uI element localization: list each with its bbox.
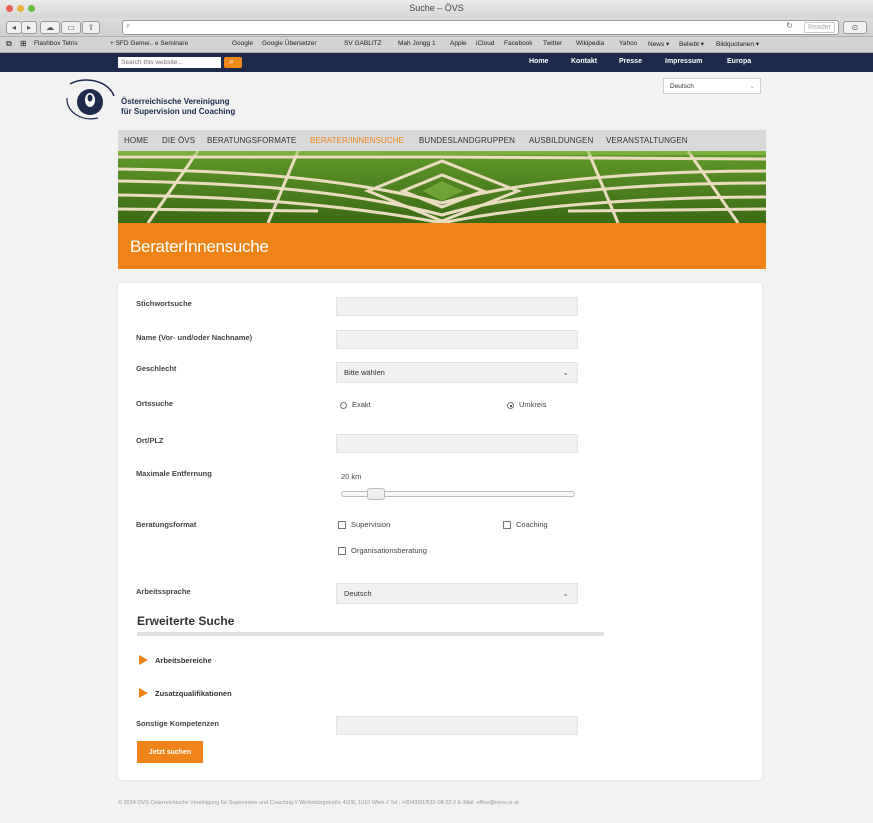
nav-item-home[interactable]: HOME bbox=[124, 136, 148, 145]
entfernung-value: 20 km bbox=[341, 472, 362, 481]
bookmark-item[interactable]: Twitter bbox=[543, 40, 562, 47]
ortssuche-umkreis-radio[interactable] bbox=[507, 402, 514, 409]
geschlecht-select[interactable]: Bitte wählen ⌄ bbox=[336, 362, 578, 383]
chevron-down-icon: ⌄ bbox=[562, 589, 569, 598]
reading-list-icon[interactable]: ⧉ bbox=[6, 39, 12, 49]
reader-button[interactable]: Reader bbox=[804, 22, 835, 33]
main-nav: HOME DIE ÖVS BERATUNGSFORMATE BERATER/IN… bbox=[118, 130, 766, 151]
toplink-impressum[interactable]: Impressum bbox=[665, 58, 702, 65]
ortssuche-exakt-label[interactable]: Exakt bbox=[352, 400, 371, 409]
search-icon: ⌕ bbox=[229, 56, 235, 66]
stichwort-input[interactable] bbox=[336, 297, 578, 316]
coaching-checkbox[interactable] bbox=[503, 521, 511, 529]
bookmark-item[interactable]: Beliebt ▾ bbox=[679, 40, 704, 48]
erweiterte-suche-heading: Erweiterte Suche bbox=[137, 614, 235, 628]
entfernung-label: Maximale Entfernung bbox=[136, 469, 212, 478]
ortplz-input[interactable] bbox=[336, 434, 578, 453]
bookmark-item[interactable]: Facebook bbox=[504, 40, 533, 47]
bookmark-item[interactable]: Wikipedia bbox=[576, 40, 604, 47]
share-icon[interactable]: ⇪ bbox=[82, 21, 100, 34]
bookmark-item[interactable]: Bildquotanen ▾ bbox=[716, 40, 759, 48]
search-icon: ⌕ bbox=[126, 21, 131, 30]
expand-arrow-icon[interactable] bbox=[139, 688, 148, 698]
hedge-maze-banner-image bbox=[118, 151, 766, 223]
zusatzqualifikationen-toggle[interactable]: Zusatzqualifikationen bbox=[155, 689, 232, 698]
bookmarks-bar: ⧉ ⊞ Flashbox Tetris + SFD Gemei.. e Semi… bbox=[0, 37, 873, 53]
ortssuche-exakt-radio[interactable] bbox=[340, 402, 347, 409]
toplink-home[interactable]: Home bbox=[529, 58, 548, 65]
nav-item-ausbildungen[interactable]: AUSBILDUNGEN bbox=[529, 136, 593, 145]
bookmark-item[interactable]: Mah Jongg 1 bbox=[398, 40, 436, 47]
name-input[interactable] bbox=[336, 330, 578, 349]
footer-text: © 2014 ÖVS Österreichische Vereinigung f… bbox=[118, 800, 519, 806]
chevron-down-icon: ⌄ bbox=[562, 368, 569, 377]
arbeitssprache-select-value: Deutsch bbox=[344, 589, 372, 598]
logo-text[interactable]: Österreichische Vereinigung für Supervis… bbox=[121, 97, 235, 117]
toplink-kontakt[interactable]: Kontakt bbox=[571, 58, 597, 65]
name-label: Name (Vor- und/oder Nachname) bbox=[136, 333, 253, 342]
page-heading-bar: BeraterInnensuche bbox=[118, 223, 766, 269]
bookmarks-grid-icon[interactable]: ⊞ bbox=[20, 39, 27, 48]
nav-item-berater-innensuche[interactable]: BERATER/INNENSUCHE bbox=[310, 136, 404, 145]
organisationsberatung-checkbox[interactable] bbox=[338, 547, 346, 555]
organisationsberatung-label[interactable]: Organisationsberatung bbox=[351, 546, 427, 555]
language-select-value: Deutsch bbox=[670, 83, 694, 90]
bookmark-item[interactable]: iCloud bbox=[476, 40, 494, 47]
site-topbar: ⌕ Home Kontakt Presse Impressum Europa bbox=[0, 53, 873, 72]
ortplz-label: Ort/PLZ bbox=[136, 436, 164, 445]
geschlecht-select-value: Bitte wählen bbox=[344, 368, 385, 377]
arbeitssprache-select[interactable]: Deutsch ⌄ bbox=[336, 583, 578, 604]
oevs-logo[interactable] bbox=[64, 78, 119, 123]
bookmark-item[interactable]: Apple bbox=[450, 40, 467, 47]
arbeitsbereiche-toggle[interactable]: Arbeitsbereiche bbox=[155, 656, 212, 665]
language-select[interactable]: Deutsch ⌄ bbox=[663, 78, 761, 94]
nav-item-bundeslandgruppen[interactable]: BUNDESLANDGRUPPEN bbox=[419, 136, 515, 145]
bookmark-item[interactable]: Google bbox=[232, 40, 253, 47]
erweiterte-suche-divider bbox=[137, 632, 604, 636]
search-form-card bbox=[118, 283, 762, 780]
forward-button[interactable]: ▸ bbox=[21, 21, 37, 34]
back-button[interactable]: ◂ bbox=[6, 21, 22, 34]
icloud-tabs-icon[interactable]: ☁ bbox=[40, 21, 60, 34]
site-search-button[interactable]: ⌕ bbox=[224, 56, 242, 68]
kompetenzen-label: Sonstige Kompetenzen bbox=[136, 719, 219, 728]
ortssuche-umkreis-label[interactable]: Umkreis bbox=[519, 400, 547, 409]
bookmark-item[interactable]: Flashbox Tetris bbox=[34, 40, 78, 47]
chevron-down-icon: ⌄ bbox=[749, 83, 755, 90]
logo-line-1: Österreichische Vereinigung bbox=[121, 97, 230, 106]
logo-line-2: für Supervision und Coaching bbox=[121, 107, 236, 116]
bookmark-item[interactable]: + SFD Gemei.. e Seminare bbox=[110, 40, 188, 47]
arbeitssprache-label: Arbeitssprache bbox=[136, 587, 191, 596]
page-title: BeraterInnensuche bbox=[130, 237, 269, 256]
kompetenzen-input[interactable] bbox=[336, 716, 578, 735]
address-bar[interactable]: ⌕ ↻ Reader bbox=[122, 20, 839, 35]
sidebar-icon[interactable]: ▭ bbox=[61, 21, 81, 34]
nav-item-beratungsformate[interactable]: BERATUNGSFORMATE bbox=[207, 136, 296, 145]
entfernung-slider-thumb[interactable] bbox=[366, 488, 385, 500]
nav-item-veranstaltungen[interactable]: VERANSTALTUNGEN bbox=[606, 136, 688, 145]
reload-icon[interactable]: ↻ bbox=[786, 21, 793, 30]
bookmark-item[interactable]: SV GABLITZ bbox=[344, 40, 382, 47]
toplink-presse[interactable]: Presse bbox=[619, 58, 642, 65]
window-title: Suche – ÖVS bbox=[409, 3, 464, 13]
search-submit-button[interactable]: Jetzt suchen bbox=[137, 741, 203, 763]
geschlecht-label: Geschlecht bbox=[136, 364, 177, 373]
ortssuche-label: Ortssuche bbox=[136, 399, 174, 408]
bookmark-item[interactable]: Google Übersetzer bbox=[262, 40, 317, 47]
toplink-europa[interactable]: Europa bbox=[727, 58, 751, 65]
expand-arrow-icon[interactable] bbox=[139, 655, 148, 665]
site-search-input[interactable] bbox=[118, 57, 221, 68]
beratungsformat-label: Beratungsformat bbox=[136, 520, 197, 529]
browser-toolbar: ◂ ▸ ☁ ▭ ⇪ ⌕ ↻ Reader ⊙ bbox=[0, 18, 873, 37]
downloads-icon[interactable]: ⊙ bbox=[843, 21, 867, 34]
coaching-label[interactable]: Coaching bbox=[516, 520, 548, 529]
window-titlebar: Suche – ÖVS bbox=[0, 0, 873, 19]
bookmark-item[interactable]: Yahoo bbox=[619, 40, 637, 47]
supervision-checkbox[interactable] bbox=[338, 521, 346, 529]
nav-item-die-oevs[interactable]: DIE ÖVS bbox=[162, 136, 195, 145]
supervision-label[interactable]: Supervision bbox=[351, 520, 390, 529]
stichwort-label: Stichwortsuche bbox=[136, 299, 192, 308]
bookmark-item[interactable]: News ▾ bbox=[648, 40, 669, 48]
